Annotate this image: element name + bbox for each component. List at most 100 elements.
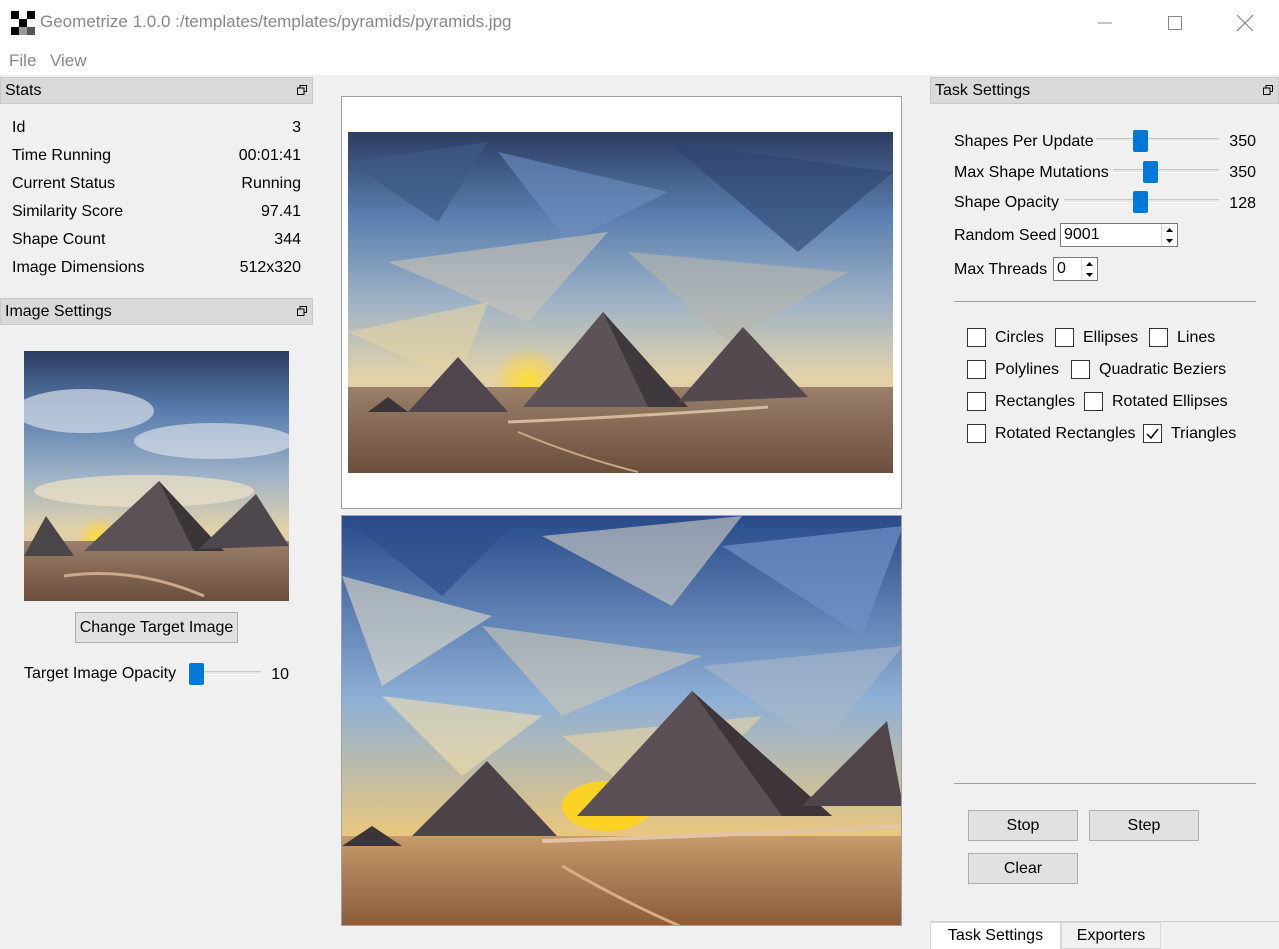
triangles-checkbox[interactable]	[1143, 424, 1162, 443]
window-title: Geometrize 1.0.0 :/templates/templates/p…	[40, 12, 512, 31]
circles-label: Circles	[995, 329, 1044, 346]
task-settings-dock-header: Task Settings	[930, 77, 1279, 104]
target-overlay-image	[348, 132, 893, 473]
spin-arrows	[1161, 224, 1177, 246]
spin-down-button[interactable]	[1162, 235, 1177, 246]
max-threads-spinbox[interactable]: 0	[1053, 257, 1098, 281]
stats-dock-header: Stats	[0, 77, 313, 104]
target-image-opacity-label: Target Image Opacity	[24, 665, 177, 682]
menu-file[interactable]: File	[9, 51, 36, 71]
menu-bar: File View	[0, 45, 1279, 75]
stop-button[interactable]: Stop	[968, 810, 1078, 841]
close-button[interactable]	[1210, 0, 1279, 45]
target-image-canvas	[341, 96, 902, 509]
task-settings-dock-title: Task Settings	[935, 82, 1031, 99]
ellipses-label: Ellipses	[1083, 329, 1139, 346]
quadratic-beziers-label: Quadratic Beziers	[1099, 361, 1227, 378]
rotated-ellipses-label: Rotated Ellipses	[1112, 393, 1228, 410]
max-shape-mutations-groove	[1113, 169, 1219, 173]
geometrized-output-image	[342, 516, 901, 925]
random-seed-value: 9001	[1064, 226, 1100, 243]
stat-row-image-dimensions: Image Dimensions 512x320	[12, 257, 301, 281]
stat-label: Id	[12, 119, 26, 136]
polylines-label: Polylines	[995, 361, 1060, 378]
arrow-down-icon	[1166, 238, 1173, 243]
tab-exporters[interactable]: Exporters	[1061, 922, 1161, 949]
maximize-icon	[1168, 15, 1182, 30]
polylines-checkbox[interactable]	[967, 360, 986, 379]
title-bar: Geometrize 1.0.0 :/templates/templates/p…	[0, 0, 1279, 45]
change-target-image-button[interactable]: Change Target Image	[75, 612, 238, 643]
menu-view[interactable]: View	[50, 51, 87, 71]
rotated-ellipses-checkbox[interactable]	[1084, 392, 1103, 411]
rotated-rectangles-checkbox[interactable]	[967, 424, 986, 443]
float-dock-icon[interactable]	[297, 85, 307, 95]
max-shape-mutations-value: 350	[1229, 164, 1256, 181]
clear-button[interactable]: Clear	[968, 853, 1078, 884]
shape-opacity-label: Shape Opacity	[954, 194, 1059, 211]
lines-label: Lines	[1177, 329, 1216, 346]
float-dock-icon[interactable]	[297, 306, 307, 316]
random-seed-label: Random Seed	[954, 227, 1057, 244]
max-threads-value: 0	[1057, 260, 1066, 277]
lines-checkbox[interactable]	[1149, 328, 1168, 347]
spin-up-button[interactable]	[1082, 258, 1097, 269]
checkmark-icon	[1146, 428, 1159, 440]
triangles-label: Triangles	[1171, 425, 1237, 442]
quadratic-beziers-checkbox[interactable]	[1071, 360, 1090, 379]
stat-row-current-status: Current Status Running	[12, 173, 301, 197]
spin-up-button[interactable]	[1162, 224, 1177, 235]
close-icon	[1237, 14, 1253, 31]
stat-label: Similarity Score	[12, 203, 124, 220]
arrow-up-icon	[1166, 227, 1173, 232]
spin-arrows	[1081, 258, 1097, 280]
stat-value: 512x320	[239, 259, 301, 276]
divider	[954, 301, 1256, 302]
stat-value: 97.41	[260, 203, 301, 220]
minimize-button[interactable]	[1070, 0, 1140, 45]
stat-label: Time Running	[12, 147, 112, 164]
target-image-opacity-slider[interactable]	[189, 663, 204, 685]
geometrized-canvas	[341, 515, 902, 926]
rotated-rectangles-label: Rotated Rectangles	[995, 425, 1136, 442]
random-seed-spinbox[interactable]: 9001	[1060, 223, 1178, 247]
rectangles-label: Rectangles	[995, 393, 1076, 410]
shapes-per-update-groove	[1096, 138, 1219, 142]
stats-dock-title: Stats	[5, 82, 42, 99]
image-settings-dock-header: Image Settings	[0, 298, 313, 325]
float-dock-icon[interactable]	[1263, 85, 1273, 95]
max-shape-mutations-slider[interactable]	[1143, 161, 1158, 183]
stat-label: Shape Count	[12, 231, 106, 248]
stat-value: 3	[292, 119, 301, 136]
spin-down-button[interactable]	[1082, 269, 1097, 280]
arrow-down-icon	[1086, 272, 1093, 277]
image-settings-dock-title: Image Settings	[5, 303, 112, 320]
ellipses-checkbox[interactable]	[1055, 328, 1074, 347]
stat-row-similarity-score: Similarity Score 97.41	[12, 201, 301, 225]
max-threads-label: Max Threads	[954, 261, 1048, 278]
shape-opacity-value: 128	[1229, 195, 1256, 212]
target-image-opacity-value: 10	[271, 666, 289, 683]
rectangles-checkbox[interactable]	[967, 392, 986, 411]
step-button[interactable]: Step	[1089, 810, 1199, 841]
tab-task-settings[interactable]: Task Settings	[930, 922, 1061, 949]
minimize-icon	[1098, 22, 1112, 23]
circles-checkbox[interactable]	[967, 328, 986, 347]
shapes-per-update-slider[interactable]	[1133, 130, 1148, 152]
stat-row-shape-count: Shape Count 344	[12, 229, 301, 253]
stat-value: 344	[274, 231, 301, 248]
shapes-per-update-label: Shapes Per Update	[954, 133, 1094, 150]
divider	[954, 783, 1256, 784]
maximize-button[interactable]	[1140, 0, 1210, 45]
max-shape-mutations-label: Max Shape Mutations	[954, 164, 1109, 181]
arrow-up-icon	[1086, 261, 1093, 266]
shape-opacity-slider[interactable]	[1133, 191, 1148, 213]
shapes-per-update-value: 350	[1229, 133, 1256, 150]
stat-label: Image Dimensions	[12, 259, 145, 276]
stat-value: 00:01:41	[238, 147, 301, 164]
stat-label: Current Status	[12, 175, 116, 192]
stat-row-time-running: Time Running 00:01:41	[12, 145, 301, 169]
app-icon	[11, 11, 35, 35]
stat-row-id: Id 3	[12, 117, 301, 141]
stat-value: Running	[241, 175, 301, 192]
